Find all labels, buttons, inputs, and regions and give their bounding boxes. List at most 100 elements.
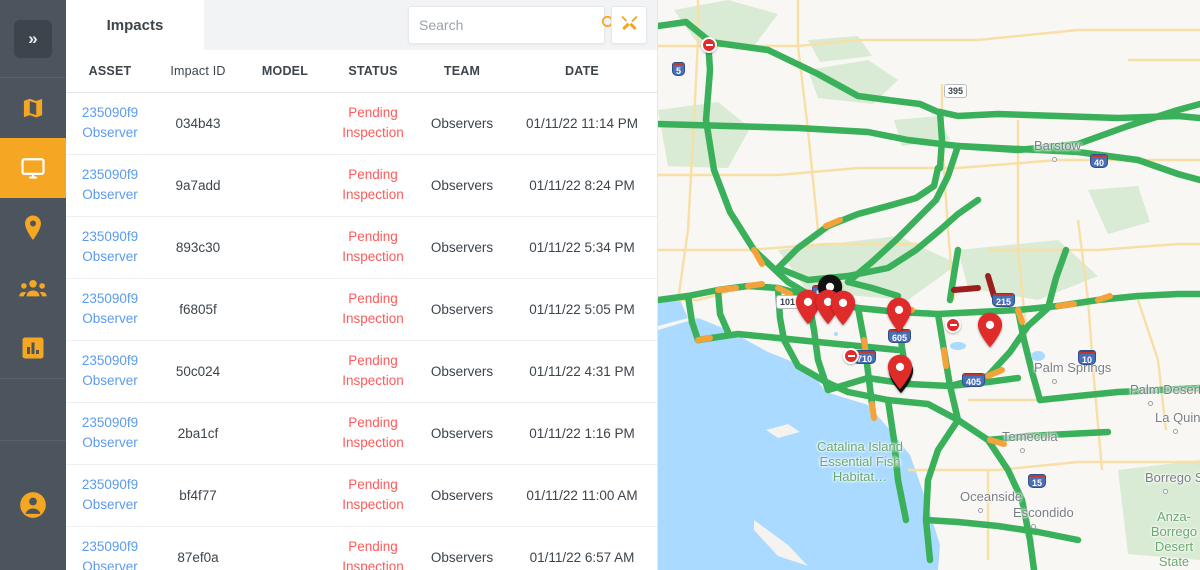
cell-status: Pending Inspection [328, 92, 418, 154]
sidebar-item-map[interactable] [0, 78, 66, 138]
column-header-model[interactable]: MODEL [242, 50, 328, 92]
column-header-asset[interactable]: ASSET [66, 50, 154, 92]
asset-id-link[interactable]: 235090f9 [66, 227, 154, 247]
asset-id-link[interactable]: 235090f9 [66, 165, 154, 185]
asset-id-link[interactable]: 235090f9 [66, 351, 154, 371]
table-row[interactable]: 235090f9Observer9a7addPending Inspection… [66, 154, 657, 216]
sidebar-expand-button[interactable]: » [14, 20, 52, 58]
cell-team: Observers [418, 526, 506, 570]
asset-name-link[interactable]: Observer [66, 185, 154, 205]
map-poi-dot [1173, 429, 1178, 434]
route-shield-label: 605 [892, 333, 907, 343]
tab-impacts[interactable]: Impacts [66, 0, 204, 50]
cell-model [242, 340, 328, 402]
asset-name-link[interactable]: Observer [66, 495, 154, 515]
impact-map-pin[interactable] [830, 290, 856, 326]
impacts-panel: Impacts [66, 0, 658, 570]
column-header-status[interactable]: STATUS [328, 50, 418, 92]
map-view[interactable]: RidgecrestFort IrwinShafterBakersfieldTe… [658, 0, 1200, 570]
sidebar-item-location[interactable] [0, 198, 66, 258]
table-row[interactable]: 235090f9Observer034b43 Pending Inspection… [66, 92, 657, 154]
cell-impact-id: f6805f [154, 278, 242, 340]
status-badge: Pending Inspection [342, 167, 404, 202]
impact-map-pin[interactable] [886, 297, 912, 333]
sidebar-item-teams[interactable] [0, 258, 66, 318]
cell-date: 01/11/22 4:31 PM [506, 340, 657, 402]
status-badge: Pending Inspection [342, 477, 404, 512]
cell-asset: 235090f9Observer [66, 464, 154, 526]
status-badge: Pending Inspection [342, 105, 404, 140]
table-row[interactable]: 235090f9Observer893c30 Pending Inspection… [66, 216, 657, 278]
cell-impact-id: 893c30 [154, 216, 242, 278]
cell-status: Pending Inspection [328, 154, 418, 216]
cell-model [242, 92, 328, 154]
cell-date: 01/11/22 6:57 AM [506, 526, 657, 570]
impact-map-pin[interactable] [977, 312, 1003, 348]
cell-asset: 235090f9Observer [66, 402, 154, 464]
asset-id-link[interactable]: 235090f9 [66, 413, 154, 433]
column-header-team[interactable]: TEAM [418, 50, 506, 92]
sidebar-footer [0, 440, 66, 570]
asset-name-link[interactable]: Observer [66, 123, 154, 143]
asset-id-link[interactable]: 235090f9 [66, 475, 154, 495]
cell-model [242, 216, 328, 278]
cell-asset: 235090f9Observer [66, 216, 154, 278]
sidebar-item-monitor[interactable] [0, 138, 66, 198]
table-row[interactable]: 235090f9Observerf6805f Pending Inspection… [66, 278, 657, 340]
cell-model [242, 278, 328, 340]
road-closed-icon[interactable] [701, 37, 717, 53]
table-row[interactable]: 235090f9Observerbf4f77Pending Inspection… [66, 464, 657, 526]
map-poi-dot [978, 508, 983, 513]
route-shield-label: 710 [857, 354, 872, 364]
impacts-table-wrap[interactable]: ASSET Impact ID MODEL STATUS TEAM DATE 2… [66, 50, 657, 570]
map-poi-dot [1052, 379, 1057, 384]
cell-status: Pending Inspection [328, 402, 418, 464]
asset-name-link[interactable]: Observer [66, 247, 154, 267]
asset-name-link[interactable]: Observer [66, 371, 154, 391]
impacts-table: ASSET Impact ID MODEL STATUS TEAM DATE 2… [66, 50, 657, 570]
impact-map-pin[interactable] [887, 354, 913, 390]
sidebar-item-reports[interactable] [0, 318, 66, 378]
map-canvas [658, 0, 1200, 570]
asset-name-link[interactable]: Observer [66, 557, 154, 570]
map-poi-dot [1052, 157, 1057, 162]
cell-impact-id: 034b43 [154, 92, 242, 154]
table-row[interactable]: 235090f9Observer2ba1cf Pending Inspection… [66, 402, 657, 464]
user-account-button[interactable] [19, 491, 47, 524]
search-box[interactable] [408, 6, 605, 44]
route-shield-label: 405 [966, 377, 981, 387]
table-header-row: ASSET Impact ID MODEL STATUS TEAM DATE [66, 50, 657, 92]
cell-date: 01/11/22 1:16 PM [506, 402, 657, 464]
asset-name-link[interactable]: Observer [66, 433, 154, 453]
column-header-date[interactable]: DATE [506, 50, 657, 92]
route-shield-interstate: 40 [1090, 154, 1108, 168]
road-closed-icon[interactable] [945, 317, 961, 333]
asset-name-link[interactable]: Observer [66, 309, 154, 329]
search-input[interactable] [419, 17, 600, 33]
cell-team: Observers [418, 464, 506, 526]
cell-impact-id: 2ba1cf [154, 402, 242, 464]
route-shield-label: 40 [1094, 158, 1104, 168]
table-row[interactable]: 235090f9Observer87ef0aPending Inspection… [66, 526, 657, 570]
asset-id-link[interactable]: 235090f9 [66, 289, 154, 309]
column-header-impact-id[interactable]: Impact ID [154, 50, 242, 92]
user-account-icon [19, 506, 47, 523]
cell-status: Pending Inspection [328, 216, 418, 278]
cell-team: Observers [418, 340, 506, 402]
cell-status: Pending Inspection [328, 278, 418, 340]
tab-impacts-label: Impacts [107, 17, 164, 34]
route-shield-us: 395 [944, 84, 967, 98]
route-shield-interstate: 215 [992, 293, 1015, 307]
sidebar-header: » [0, 0, 66, 78]
cell-team: Observers [418, 154, 506, 216]
asset-id-link[interactable]: 235090f9 [66, 103, 154, 123]
asset-id-link[interactable]: 235090f9 [66, 537, 154, 557]
cell-model [242, 464, 328, 526]
cell-date: 01/11/22 5:05 PM [506, 278, 657, 340]
panel-header-tools [408, 0, 657, 50]
map-poi-dot [1020, 448, 1025, 453]
table-row[interactable]: 235090f9Observer50c024Pending Inspection… [66, 340, 657, 402]
road-closed-icon[interactable] [843, 348, 859, 364]
tools-button[interactable] [611, 6, 647, 44]
table-body: 235090f9Observer034b43Pending Inspection… [66, 92, 657, 570]
